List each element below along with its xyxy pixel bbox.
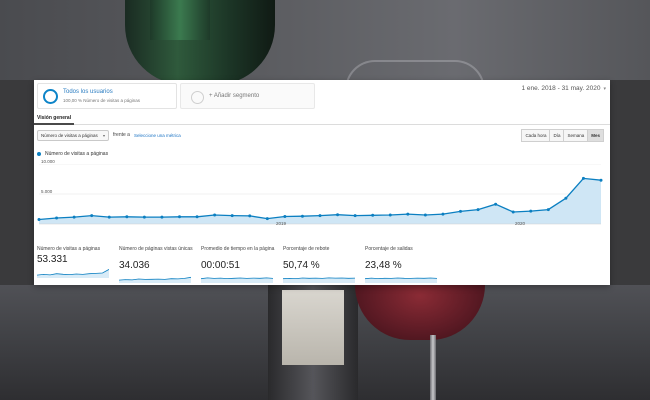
summary-avg-time[interactable]: Promedio de tiempo en la página 00:00:51: [198, 240, 278, 285]
data-point[interactable]: [511, 210, 515, 214]
data-point[interactable]: [142, 215, 146, 219]
wine-bottle-neck: [150, 0, 210, 40]
legend-dot-icon: [37, 151, 41, 156]
data-point[interactable]: [125, 215, 129, 219]
summary-value: 23,48 %: [365, 260, 402, 271]
data-point[interactable]: [37, 218, 41, 221]
data-point[interactable]: [318, 214, 322, 218]
data-point[interactable]: [265, 217, 269, 221]
granularity-week-button[interactable]: Semana: [563, 129, 589, 142]
data-point[interactable]: [107, 215, 111, 219]
chart-plot-area: [37, 164, 603, 225]
summary-label: Promedio de tiempo en la página: [201, 246, 275, 252]
empty-circle-icon: [191, 91, 204, 104]
tab-bar: Visión general: [34, 112, 610, 125]
x-tick-label: 2019: [276, 221, 287, 226]
background-top: [0, 0, 650, 80]
data-point[interactable]: [230, 214, 234, 218]
data-point[interactable]: [55, 216, 59, 220]
date-range-label: 1 ene. 2018 - 31 may. 2020: [521, 85, 601, 92]
data-point[interactable]: [160, 215, 164, 219]
sparkline: [365, 277, 437, 283]
versus-label: frente a: [113, 132, 130, 138]
summary-exit-rate[interactable]: Porcentaje de salidas 23,48 %: [362, 240, 442, 285]
summary-metrics: Número de visitas a páginas 53.331 Númer…: [34, 240, 610, 285]
summary-value: 53.331: [37, 254, 68, 265]
analytics-panel: Todos los usuarios 100,00 % Número de vi…: [34, 80, 610, 285]
summary-value: 00:00:51: [201, 260, 240, 271]
metric-dropdown-value: Número de visitas a páginas: [41, 133, 98, 138]
wine-glass-stem: [430, 335, 436, 400]
data-point[interactable]: [546, 208, 550, 212]
data-point[interactable]: [248, 214, 252, 218]
summary-label: Número de páginas vistas únicas: [119, 246, 193, 252]
segment-subtitle: 100,00 % Número de visitas a páginas: [63, 98, 141, 103]
granularity-month-button[interactable]: Mes: [587, 129, 604, 142]
sparkline: [119, 276, 191, 283]
data-point[interactable]: [283, 215, 287, 218]
summary-label: Número de visitas a páginas: [37, 246, 101, 252]
summary-value: 50,74 %: [283, 260, 320, 271]
date-range-picker[interactable]: 1 ene. 2018 - 31 may. 2020 ▾: [521, 85, 606, 92]
legend-label: Número de visitas a páginas: [45, 151, 109, 157]
chevron-down-icon: ▾: [603, 86, 606, 92]
add-segment-button[interactable]: + Añadir segmento: [180, 83, 315, 109]
data-point[interactable]: [178, 215, 181, 219]
data-point[interactable]: [406, 212, 410, 216]
data-point[interactable]: [388, 213, 392, 217]
data-point[interactable]: [371, 213, 375, 217]
data-point[interactable]: [300, 214, 304, 218]
summary-bounce-rate[interactable]: Porcentaje de rebote 50,74 %: [280, 240, 360, 285]
segment-all-users[interactable]: Todos los usuarios 100,00 % Número de vi…: [37, 83, 177, 109]
summary-label: Porcentaje de rebote: [283, 246, 330, 252]
data-point[interactable]: [72, 215, 76, 219]
granularity-day-button[interactable]: Día: [549, 129, 565, 142]
data-point[interactable]: [476, 208, 480, 212]
granularity-toggle: Cada hora Día Semana Mes: [521, 129, 604, 142]
metric-dropdown[interactable]: Número de visitas a páginas ▾: [37, 130, 109, 141]
segment-title: Todos los usuarios: [63, 89, 113, 95]
data-point[interactable]: [599, 178, 603, 182]
sparkline: [201, 277, 273, 283]
summary-label: Porcentaje de salidas: [365, 246, 413, 252]
select-metric-link[interactable]: Seleccione una métrica: [134, 133, 181, 138]
add-segment-label: + Añadir segmento: [209, 93, 260, 99]
summary-value: 34.036: [119, 260, 150, 271]
summary-unique-pageviews[interactable]: Número de páginas vistas únicas 34.036: [116, 240, 196, 285]
summary-pageviews[interactable]: Número de visitas a páginas 53.331: [34, 240, 114, 285]
sparkline-area: [37, 269, 109, 278]
x-tick-label: 2020: [515, 221, 526, 226]
data-point[interactable]: [195, 215, 199, 219]
sparkline: [283, 277, 355, 283]
chart-controls: Número de visitas a páginas ▾ frente a S…: [34, 129, 610, 144]
pageviews-chart: 10.000 5.000 2019 2020: [34, 159, 610, 230]
sparkline-area: [201, 277, 273, 283]
data-point[interactable]: [459, 209, 462, 213]
data-point[interactable]: [336, 213, 340, 217]
data-point[interactable]: [423, 213, 427, 217]
sparkline: [37, 269, 109, 278]
data-point[interactable]: [581, 176, 585, 180]
data-point[interactable]: [441, 212, 445, 216]
data-point[interactable]: [213, 213, 217, 217]
dropdown-caret-icon: ▾: [102, 133, 105, 138]
data-point[interactable]: [494, 202, 498, 206]
data-point[interactable]: [564, 196, 568, 200]
bottle-label: [282, 290, 344, 365]
segment-row: Todos los usuarios 100,00 % Número de vi…: [34, 80, 610, 110]
tab-overview[interactable]: Visión general: [34, 112, 75, 125]
segment-circle-icon: [43, 89, 58, 104]
granularity-hourly-button[interactable]: Cada hora: [521, 129, 551, 142]
data-point[interactable]: [90, 214, 94, 218]
chart-legend[interactable]: Número de visitas a páginas: [37, 151, 108, 157]
data-point[interactable]: [529, 209, 533, 213]
data-point[interactable]: [353, 214, 357, 218]
